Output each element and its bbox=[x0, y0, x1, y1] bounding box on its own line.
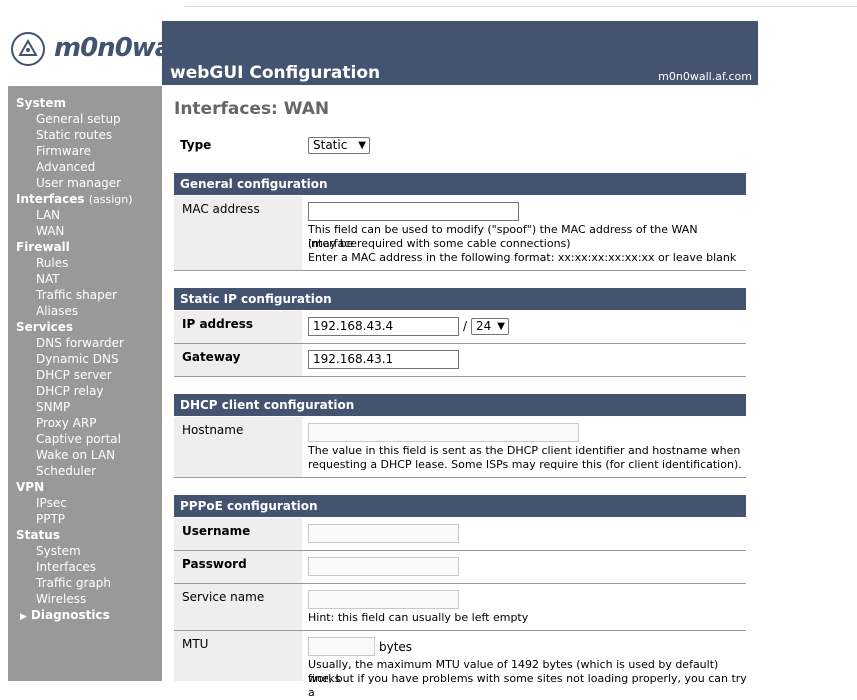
subnet-slash: / bbox=[463, 319, 468, 333]
mac-help-line-3: Enter a MAC address in the following for… bbox=[308, 251, 737, 264]
browser-tab-line bbox=[185, 0, 857, 7]
sidebar-item-dhcp-server[interactable]: DHCP server bbox=[36, 367, 112, 383]
username-label: Username bbox=[182, 524, 251, 538]
dhcp-help-line-1: The value in this field is sent as the D… bbox=[308, 444, 741, 457]
sidebar-item-dynamic-dns[interactable]: Dynamic DNS bbox=[36, 351, 119, 367]
sidebar-item-advanced[interactable]: Advanced bbox=[36, 159, 95, 175]
type-select-value: Static bbox=[313, 138, 348, 152]
row-divider bbox=[174, 630, 746, 631]
sidebar-item-user-manager[interactable]: User manager bbox=[36, 175, 121, 191]
sidebar-item-status-system[interactable]: System bbox=[36, 543, 81, 559]
sidebar-item-lan[interactable]: LAN bbox=[36, 207, 60, 223]
sidebar-item-captive-portal[interactable]: Captive portal bbox=[36, 431, 121, 447]
ip-address-input[interactable]: 192.168.43.4 bbox=[308, 317, 459, 336]
sidebar-item-nat[interactable]: NAT bbox=[36, 271, 60, 287]
mac-address-label: MAC address bbox=[182, 202, 260, 216]
sidebar-diagnostics-label: Diagnostics bbox=[30, 608, 110, 622]
sidebar-item-wake-on-lan[interactable]: Wake on LAN bbox=[36, 447, 115, 463]
section-header-static-ip: Static IP configuration bbox=[174, 288, 746, 310]
row-divider bbox=[174, 376, 746, 377]
sidebar-item-rules[interactable]: Rules bbox=[36, 255, 68, 271]
sidebar-item-static-routes[interactable]: Static routes bbox=[36, 127, 112, 143]
mtu-help-line-2: fine, but if you have problems with some… bbox=[308, 672, 747, 699]
sidebar-item-scheduler[interactable]: Scheduler bbox=[36, 463, 96, 479]
password-label: Password bbox=[182, 557, 247, 571]
gateway-input[interactable]: 192.168.43.1 bbox=[308, 350, 459, 369]
chevron-down-icon: ▼ bbox=[497, 321, 505, 332]
subnet-select-value: 24 bbox=[476, 319, 492, 333]
page-title: Interfaces: WAN bbox=[174, 99, 330, 119]
type-select[interactable]: Static ▼ bbox=[308, 137, 370, 154]
sidebar-section-services: Services bbox=[16, 320, 74, 334]
sidebar-item-wan[interactable]: WAN bbox=[36, 223, 64, 239]
service-name-input[interactable] bbox=[308, 590, 459, 609]
dhcp-help-line-2: requesting a DHCP lease. Some ISPs may r… bbox=[308, 458, 742, 471]
sidebar-item-traffic-graph[interactable]: Traffic graph bbox=[36, 575, 111, 591]
mac-help-line-2: (may be required with some cable connect… bbox=[308, 237, 571, 250]
sidebar-section-firewall: Firewall bbox=[16, 240, 70, 254]
mac-address-input[interactable] bbox=[308, 202, 519, 221]
row-divider bbox=[174, 583, 746, 584]
sidebar-diagnostics-toggle[interactable]: ▶ Diagnostics bbox=[20, 607, 110, 625]
mtu-unit: bytes bbox=[379, 640, 413, 654]
chevron-down-icon: ▼ bbox=[358, 140, 366, 151]
row-divider bbox=[174, 550, 746, 551]
row-divider bbox=[174, 270, 746, 271]
sidebar-item-dns-forwarder[interactable]: DNS forwarder bbox=[36, 335, 124, 351]
ip-address-label: IP address bbox=[182, 317, 254, 331]
password-input[interactable] bbox=[308, 557, 459, 576]
sidebar-section-interfaces: Interfaces (assign) bbox=[16, 191, 133, 208]
logo[interactable]: m0n0wall® bbox=[8, 21, 195, 85]
expand-arrow-icon: ▶ bbox=[20, 612, 27, 622]
sidebar-item-general-setup[interactable]: General setup bbox=[36, 111, 121, 127]
sidebar-item-pptp[interactable]: PPTP bbox=[36, 511, 65, 527]
service-name-hint: Hint: this field can usually be left emp… bbox=[308, 611, 529, 624]
service-name-label: Service name bbox=[182, 590, 265, 604]
sidebar-interfaces-label: Interfaces bbox=[16, 192, 85, 206]
header-title: webGUI Configuration bbox=[170, 63, 381, 83]
type-label: Type bbox=[180, 138, 212, 152]
mtu-input[interactable] bbox=[308, 637, 375, 656]
gateway-label: Gateway bbox=[182, 350, 241, 364]
hostname-text: m0n0wall.af.com bbox=[658, 70, 752, 83]
sidebar: System General setup Static routes Firmw… bbox=[8, 86, 162, 681]
sidebar-item-traffic-shaper[interactable]: Traffic shaper bbox=[36, 287, 117, 303]
mtu-label: MTU bbox=[182, 637, 209, 651]
browser-top-strip bbox=[0, 0, 857, 8]
sidebar-item-status-interfaces[interactable]: Interfaces bbox=[36, 559, 96, 575]
hostname-label: Hostname bbox=[182, 423, 244, 437]
sidebar-item-ipsec[interactable]: IPsec bbox=[36, 495, 67, 511]
sidebar-section-status: Status bbox=[16, 528, 60, 542]
sidebar-item-wireless[interactable]: Wireless bbox=[36, 591, 86, 607]
sidebar-item-proxy-arp[interactable]: Proxy ARP bbox=[36, 415, 96, 431]
section-header-pppoe: PPPoE configuration bbox=[174, 495, 746, 517]
sidebar-item-snmp[interactable]: SNMP bbox=[36, 399, 70, 415]
sidebar-item-firmware[interactable]: Firmware bbox=[36, 143, 91, 159]
subnet-select[interactable]: 24 ▼ bbox=[471, 318, 509, 335]
logo-icon bbox=[11, 32, 45, 66]
section-header-dhcp: DHCP client configuration bbox=[174, 394, 746, 416]
sidebar-item-dhcp-relay[interactable]: DHCP relay bbox=[36, 383, 104, 399]
sidebar-section-system: System bbox=[16, 96, 66, 110]
row-divider bbox=[174, 477, 746, 478]
hostname-input[interactable] bbox=[308, 423, 579, 442]
section-header-general: General configuration bbox=[174, 173, 746, 195]
sidebar-section-vpn: VPN bbox=[16, 480, 45, 494]
header-banner: webGUI Configuration m0n0wall.af.com bbox=[162, 21, 758, 85]
row-divider bbox=[174, 343, 746, 344]
sidebar-item-aliases[interactable]: Aliases bbox=[36, 303, 78, 319]
username-input[interactable] bbox=[308, 524, 459, 543]
sidebar-assign-link[interactable]: (assign) bbox=[89, 193, 133, 206]
